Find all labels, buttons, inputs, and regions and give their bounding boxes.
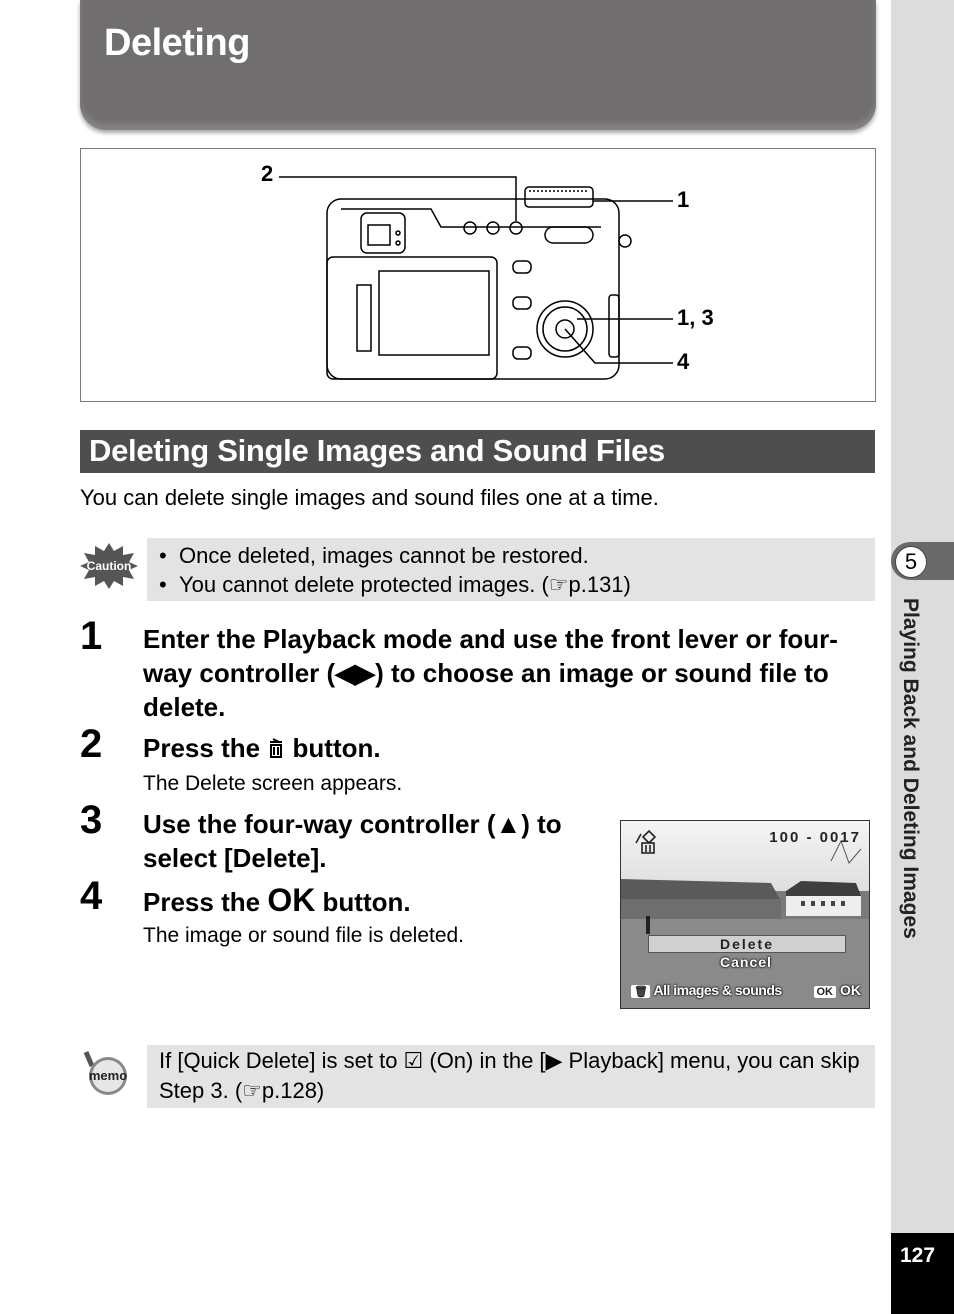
svg-text:memo: memo bbox=[89, 1068, 127, 1083]
delete-button bbox=[509, 221, 523, 235]
button-a bbox=[463, 221, 477, 235]
memo-box: If [Quick Delete] is set to ☑ (On) in th… bbox=[147, 1045, 875, 1108]
callout-1-3: 1, 3 bbox=[677, 305, 714, 330]
all-images-hint: 🗑 All images & sounds bbox=[631, 982, 782, 998]
ok-hint: OK OK bbox=[813, 982, 861, 998]
caution-box: • Once deleted, images cannot be restored… bbox=[147, 538, 875, 601]
step-2-number: 2 bbox=[80, 722, 103, 766]
callout-1: 1 bbox=[677, 187, 690, 212]
step-1-number: 1 bbox=[80, 614, 103, 658]
lcd-screen bbox=[378, 270, 490, 356]
intro-text: You can delete single images and sound f… bbox=[80, 485, 659, 510]
page-title: Deleting bbox=[104, 22, 250, 64]
step-2-note: The Delete screen appears. bbox=[143, 772, 403, 795]
file-number: 100 - 0017 bbox=[769, 829, 861, 846]
zoom-lever bbox=[544, 226, 594, 244]
camera-diagram bbox=[279, 176, 673, 380]
menu-option-delete[interactable]: Delete bbox=[648, 935, 846, 953]
step-4-number: 4 bbox=[80, 874, 103, 918]
lcd-panel bbox=[326, 256, 498, 380]
step-4-note: The image or sound file is deleted. bbox=[143, 924, 465, 947]
chapter-title: Playing Back and Deleting Images bbox=[899, 598, 922, 939]
camera-figure: 2 1 1, 3 4 bbox=[80, 148, 876, 402]
callout-2: 2 bbox=[261, 161, 274, 186]
button-b bbox=[486, 221, 500, 235]
step-3-number: 3 bbox=[80, 798, 103, 842]
section-banner: Deleting Single Images and Sound Files bbox=[80, 430, 875, 473]
lcd-delete-screen: 100 - 0017 Delete Cancel 🗑 All images & s… bbox=[620, 820, 870, 1009]
title-banner: Deleting bbox=[80, 0, 876, 130]
lcd-photo bbox=[621, 821, 869, 1008]
ok-chip-icon: OK bbox=[813, 986, 836, 998]
step-4-text: Press the OK button. bbox=[143, 882, 411, 918]
caution-item: • Once deleted, images cannot be restored… bbox=[159, 543, 589, 568]
svg-text:Caution: Caution bbox=[87, 559, 132, 573]
memo-text: If [Quick Delete] is set to ☑ (On) in th… bbox=[159, 1048, 860, 1103]
page-number: 127 bbox=[900, 1244, 936, 1267]
caution-icon: Caution bbox=[80, 543, 138, 589]
caution-item: • You cannot delete protected images. (☞p… bbox=[159, 572, 631, 597]
callout-4: 4 bbox=[677, 349, 690, 374]
step-2-text: Press the button. bbox=[143, 731, 381, 767]
chapter-number: 5 bbox=[895, 546, 927, 578]
step-1-text: Enter the Playback mode and use the fron… bbox=[143, 624, 838, 722]
ok-button-icon: OK bbox=[267, 882, 316, 918]
mode-dial bbox=[524, 186, 594, 208]
memo-icon: memo bbox=[83, 1051, 127, 1095]
trash-icon bbox=[267, 733, 285, 767]
trash-icon: 🗑 bbox=[631, 985, 651, 998]
menu-option-cancel[interactable]: Cancel bbox=[648, 954, 844, 970]
step-3-text: Use the four-way controller (▲) to selec… bbox=[143, 809, 562, 873]
section-title: Deleting Single Images and Sound Files bbox=[89, 433, 665, 468]
